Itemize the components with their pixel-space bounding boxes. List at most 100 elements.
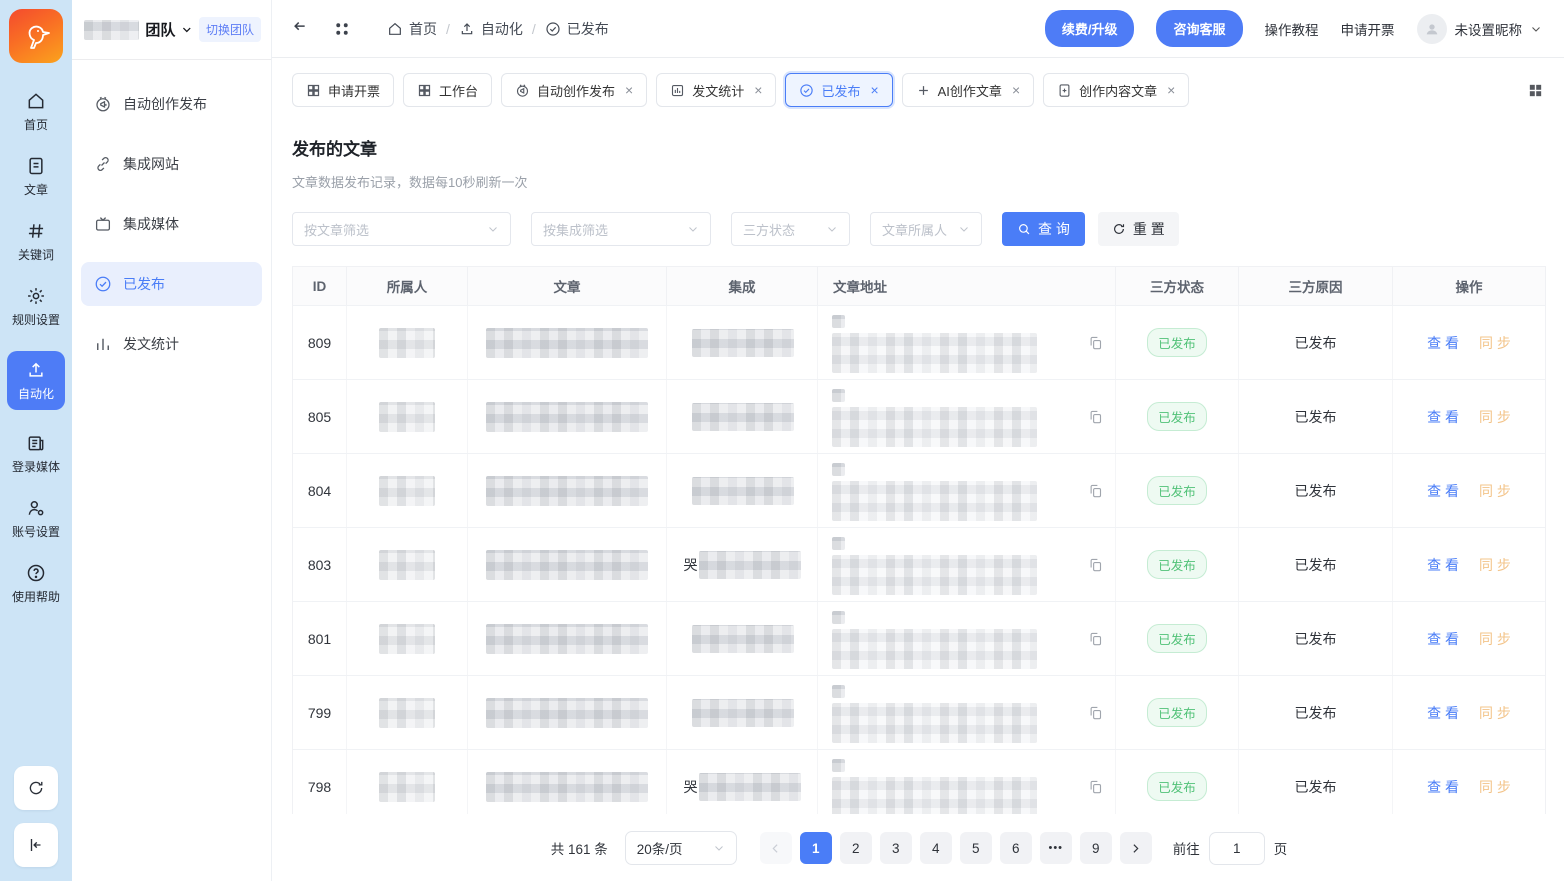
collapse-sidebar-button[interactable]: [14, 823, 58, 867]
rail-item-home[interactable]: 首页: [6, 91, 66, 133]
refresh-button[interactable]: [14, 766, 58, 810]
support-button[interactable]: 咨询客服: [1156, 10, 1242, 47]
rail-bottom: [14, 766, 58, 867]
close-icon[interactable]: ×: [870, 83, 878, 97]
page-button-6[interactable]: 6: [1000, 832, 1032, 864]
sync-link[interactable]: 同 步: [1479, 481, 1511, 501]
rail-item-account[interactable]: 账号设置: [6, 498, 66, 540]
tab-workbench[interactable]: 工作台: [403, 73, 492, 107]
layout-grid-icon[interactable]: [1527, 82, 1544, 99]
chevron-down-icon: [958, 223, 970, 235]
table-row: 809 已发布 已发布 查 看同 步: [293, 305, 1545, 379]
table-row: 805 已发布 已发布 查 看同 步: [293, 379, 1545, 453]
rail-item-media-login[interactable]: 登录媒体: [6, 433, 66, 475]
redacted-owner: [379, 402, 435, 432]
sync-link[interactable]: 同 步: [1479, 703, 1511, 723]
home-icon: [26, 91, 46, 111]
rail-item-automation[interactable]: 自动化: [7, 351, 65, 410]
switch-team-button[interactable]: 切换团队: [199, 17, 261, 42]
tab-invoice[interactable]: 申请开票: [292, 73, 394, 107]
reset-button[interactable]: 重 置: [1098, 212, 1179, 246]
close-icon[interactable]: ×: [1012, 83, 1020, 97]
renew-upgrade-button[interactable]: 续费/升级: [1045, 10, 1135, 47]
view-link[interactable]: 查 看: [1427, 333, 1459, 353]
close-icon[interactable]: ×: [754, 83, 762, 97]
redacted-integration: [692, 477, 794, 505]
sync-link[interactable]: 同 步: [1479, 333, 1511, 353]
copy-icon[interactable]: [1088, 705, 1103, 720]
view-link[interactable]: 查 看: [1427, 777, 1459, 797]
tutorial-link[interactable]: 操作教程: [1265, 19, 1319, 39]
cell-id: 801: [293, 602, 347, 675]
breadcrumb-automation[interactable]: 自动化: [459, 19, 523, 39]
refresh-icon: [27, 779, 45, 797]
tab-auto-publish[interactable]: 自动创作发布 ×: [501, 73, 647, 107]
app-logo[interactable]: [9, 9, 63, 63]
newspaper-icon: [26, 433, 46, 453]
copy-icon[interactable]: [1088, 779, 1103, 794]
sidebar-item-publish-stats[interactable]: 发文统计: [81, 322, 262, 366]
topbar: 首页 / 自动化 / 已发布 续费/升级 咨询客服 操作教程 申请开票 未设置昵…: [272, 0, 1564, 58]
user-menu[interactable]: 未设置昵称: [1417, 14, 1543, 44]
sidebar-item-auto-publish[interactable]: 自动创作发布: [81, 82, 262, 126]
page-button-5[interactable]: 5: [960, 832, 992, 864]
view-link[interactable]: 查 看: [1427, 703, 1459, 723]
prev-page-button[interactable]: [760, 832, 792, 864]
sync-link[interactable]: 同 步: [1479, 777, 1511, 797]
sync-link[interactable]: 同 步: [1479, 407, 1511, 427]
user-icon: [1424, 21, 1440, 37]
copy-icon[interactable]: [1088, 335, 1103, 350]
article-filter-select[interactable]: 按文章筛选: [292, 212, 511, 246]
copy-icon[interactable]: [1088, 409, 1103, 424]
tab-publish-stats[interactable]: 发文统计 ×: [656, 73, 776, 107]
copy-icon[interactable]: [1088, 483, 1103, 498]
view-link[interactable]: 查 看: [1427, 407, 1459, 427]
integration-filter-select[interactable]: 按集成筛选: [531, 212, 711, 246]
tab-published[interactable]: 已发布 ×: [785, 73, 892, 107]
tab-bar: 申请开票 工作台 自动创作发布 × 发文统计 × 已发布 × AI创作文章 ×: [272, 58, 1564, 117]
more-pages-button[interactable]: •••: [1040, 832, 1072, 864]
view-link[interactable]: 查 看: [1427, 481, 1459, 501]
breadcrumb-home[interactable]: 首页: [387, 19, 437, 39]
team-switcher[interactable]: 团队 切换团队: [72, 0, 271, 60]
sync-link[interactable]: 同 步: [1479, 629, 1511, 649]
page-button-1[interactable]: 1: [800, 832, 832, 864]
redacted-url: [832, 685, 1037, 743]
page-button-3[interactable]: 3: [880, 832, 912, 864]
sidebar-item-integrated-sites[interactable]: 集成网站: [81, 142, 262, 186]
rail-item-help[interactable]: 使用帮助: [6, 563, 66, 605]
breadcrumb-published[interactable]: 已发布: [545, 19, 609, 39]
rail-item-rules[interactable]: 规则设置: [6, 286, 66, 328]
rail-item-articles[interactable]: 文章: [6, 156, 66, 198]
view-link[interactable]: 查 看: [1427, 629, 1459, 649]
close-icon[interactable]: ×: [1167, 83, 1175, 97]
sync-link[interactable]: 同 步: [1479, 555, 1511, 575]
page-size-select[interactable]: 20条/页: [625, 831, 737, 865]
tab-ai-article[interactable]: AI创作文章 ×: [902, 73, 1034, 107]
goose-logo-icon: [19, 19, 53, 53]
redacted-owner: [379, 772, 435, 802]
next-page-button[interactable]: [1120, 832, 1152, 864]
redacted-url: [832, 611, 1037, 669]
sidebar-item-integrated-media[interactable]: 集成媒体: [81, 202, 262, 246]
redacted-article: [486, 772, 648, 802]
view-link[interactable]: 查 看: [1427, 555, 1459, 575]
tab-content-article[interactable]: 创作内容文章 ×: [1043, 73, 1189, 107]
page-button-2[interactable]: 2: [840, 832, 872, 864]
copy-icon[interactable]: [1088, 557, 1103, 572]
status-filter-select[interactable]: 三方状态: [731, 212, 850, 246]
page-button-4[interactable]: 4: [920, 832, 952, 864]
goto-page-input[interactable]: [1209, 832, 1265, 865]
apps-grid-icon[interactable]: [333, 20, 351, 38]
upload-icon: [459, 21, 475, 37]
back-icon[interactable]: [292, 19, 311, 38]
invoice-link[interactable]: 申请开票: [1341, 19, 1395, 39]
sidebar-item-published[interactable]: 已发布: [81, 262, 262, 306]
close-icon[interactable]: ×: [625, 83, 633, 97]
page-button-9[interactable]: 9: [1080, 832, 1112, 864]
owner-filter-select[interactable]: 文章所属人: [870, 212, 982, 246]
copy-icon[interactable]: [1088, 631, 1103, 646]
published-articles-table: ID 所属人 文章 集成 文章地址 三方状态 三方原因 操作 809 已发布: [292, 266, 1546, 814]
rail-item-keywords[interactable]: 关键词: [6, 221, 66, 263]
search-button[interactable]: 查 询: [1002, 212, 1085, 246]
